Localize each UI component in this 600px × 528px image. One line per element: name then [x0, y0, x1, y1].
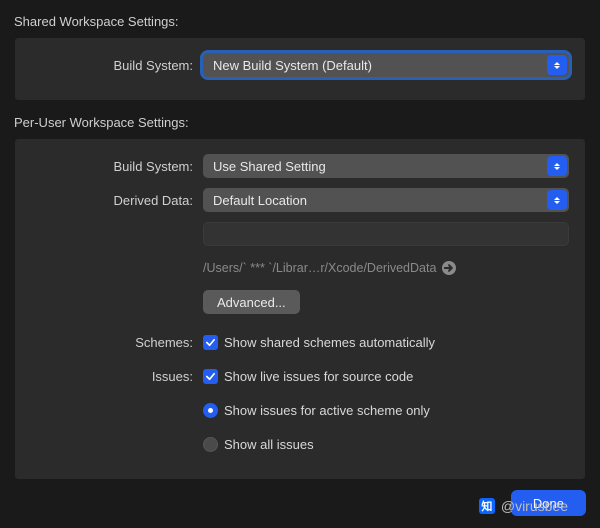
- issues-active-scheme-radio[interactable]: [203, 403, 218, 418]
- advanced-button[interactable]: Advanced...: [203, 290, 300, 314]
- reveal-in-finder-icon[interactable]: [442, 261, 456, 275]
- schemes-label: Schemes:: [31, 335, 203, 350]
- chevron-updown-icon: [547, 190, 567, 210]
- issues-live-checkbox[interactable]: [203, 369, 218, 384]
- done-button[interactable]: Done: [511, 490, 586, 516]
- advanced-button-label: Advanced...: [217, 295, 286, 310]
- done-button-label: Done: [533, 496, 564, 511]
- issues-show-all-label: Show all issues: [224, 437, 314, 452]
- issues-active-scheme-label: Show issues for active scheme only: [224, 403, 430, 418]
- shared-panel: Build System: New Build System (Default): [14, 37, 586, 101]
- chevron-updown-icon: [547, 156, 567, 176]
- shared-build-system-label: Build System:: [31, 58, 203, 73]
- shared-build-system-value: New Build System (Default): [213, 58, 372, 73]
- peruser-panel: Build System: Use Shared Setting Derived…: [14, 138, 586, 480]
- shared-build-system-select[interactable]: New Build System (Default): [203, 53, 569, 77]
- issues-label: Issues:: [31, 369, 203, 384]
- peruser-build-system-label: Build System:: [31, 159, 203, 174]
- derived-data-value: Default Location: [213, 193, 307, 208]
- issues-show-all-radio[interactable]: [203, 437, 218, 452]
- derived-data-label: Derived Data:: [31, 193, 203, 208]
- peruser-build-system-value: Use Shared Setting: [213, 159, 326, 174]
- peruser-section-title: Per-User Workspace Settings:: [14, 115, 586, 130]
- issues-live-label: Show live issues for source code: [224, 369, 413, 384]
- derived-data-select[interactable]: Default Location: [203, 188, 569, 212]
- chevron-updown-icon: [547, 55, 567, 75]
- footer: Done: [14, 490, 586, 516]
- derived-data-path-text: /Users/` *** `/Librar…r/Xcode/DerivedDat…: [203, 261, 436, 275]
- schemes-checkbox[interactable]: [203, 335, 218, 350]
- shared-section-title: Shared Workspace Settings:: [14, 14, 586, 29]
- schemes-checkbox-label: Show shared schemes automatically: [224, 335, 435, 350]
- peruser-build-system-select[interactable]: Use Shared Setting: [203, 154, 569, 178]
- derived-data-path-field: [203, 222, 569, 246]
